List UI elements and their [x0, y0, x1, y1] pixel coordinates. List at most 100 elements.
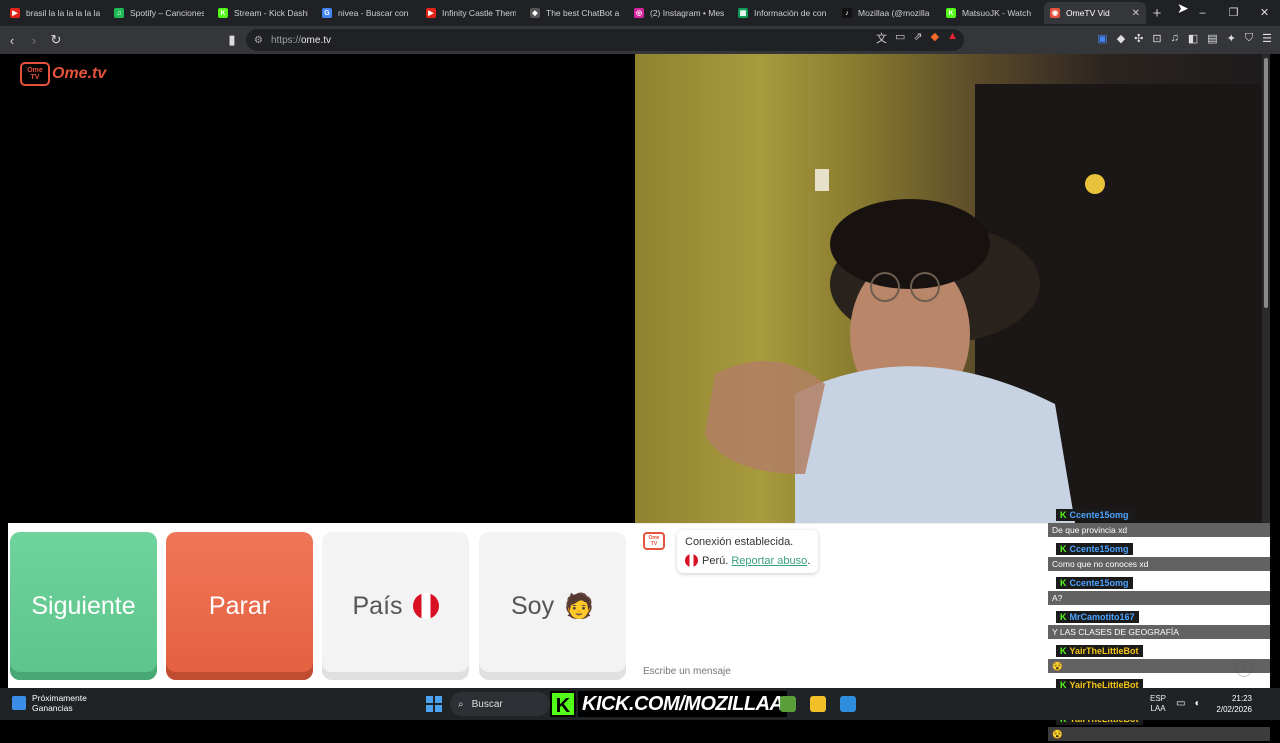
- browser-tab[interactable]: ♪ Mozillaa (@mozilla: [836, 2, 938, 24]
- cast-icon[interactable]: ▭: [895, 30, 905, 46]
- browser-tab[interactable]: ♫ Spotify – Canciones: [108, 2, 210, 24]
- close-tab-icon[interactable]: ✕: [1132, 8, 1140, 19]
- gender-button[interactable]: Soy 🧑: [479, 532, 626, 680]
- message-input[interactable]: [643, 663, 1033, 679]
- overlay-chat-message: K Ccente15omg De que provincia xd: [1048, 505, 1280, 537]
- start-button[interactable]: [426, 696, 442, 712]
- browser-tab[interactable]: ◎ (2) Instagram • Mes: [628, 2, 730, 24]
- peru-flag-icon: [412, 593, 439, 619]
- diamond-extension-icon[interactable]: ◆: [1117, 32, 1125, 45]
- kick-logo-icon: K: [550, 691, 576, 717]
- leo-ai-icon[interactable]: ✦: [1227, 32, 1236, 45]
- translate-icon[interactable]: 文: [876, 30, 887, 46]
- clock[interactable]: 21:23 2/02/2026: [1210, 693, 1252, 715]
- brave-rewards-icon[interactable]: ▲: [947, 30, 958, 46]
- puzzle-icon[interactable]: ✣: [1134, 32, 1143, 45]
- tab-favicon-icon: ◉: [1050, 8, 1060, 18]
- overlay-chat-message: KYairTheLittleBot 😵: [1048, 641, 1280, 673]
- browser-tab[interactable]: ◆ The best ChatBot a: [524, 2, 626, 24]
- sidebar-icon[interactable]: ◧: [1188, 32, 1198, 45]
- menu-icon[interactable]: ☰: [1262, 32, 1272, 45]
- lang-line2: LAA: [1150, 704, 1166, 713]
- gender-label: Soy: [511, 591, 555, 620]
- bookmark-icon[interactable]: ▮: [222, 32, 242, 48]
- tab-title: OmeTV Vid: [1066, 8, 1110, 18]
- tab-favicon-icon: ▦: [738, 8, 748, 18]
- forward-button[interactable]: ›: [24, 33, 44, 48]
- browser-tab[interactable]: ▶ Infinity Castle Them: [420, 2, 522, 24]
- language-indicator[interactable]: ESP LAA: [1150, 694, 1166, 714]
- share-icon[interactable]: ⇗: [913, 30, 922, 46]
- overlay-chat-user: KYairTheLittleBot: [1056, 645, 1143, 657]
- tab-title: brasil la la la la la la: [26, 8, 100, 18]
- clock-date: 2/02/2026: [1216, 705, 1252, 714]
- site-info-icon[interactable]: ⚙: [254, 35, 263, 46]
- tab-strip: ▶ brasil la la la la la la ♫ Spotify – Canc…: [0, 0, 1280, 26]
- report-abuse-link[interactable]: Reportar abuso: [731, 555, 807, 567]
- close-window-button[interactable]: ✕: [1249, 0, 1280, 26]
- wallet-icon[interactable]: ▤: [1207, 32, 1217, 45]
- maximize-button[interactable]: ❐: [1218, 0, 1249, 26]
- system-message: Conexión establecida. Perú. Reportar abu…: [677, 530, 819, 573]
- taskbar-search[interactable]: ⌕ Buscar: [450, 692, 550, 716]
- overlay-chat-user: K Ccente15omg: [1056, 543, 1133, 555]
- tab-favicon-icon: ♫: [114, 8, 124, 18]
- tab-title: Spotify – Canciones: [130, 8, 204, 18]
- mouse-cursor-icon: ➤: [1177, 0, 1189, 16]
- overlay-message-text: De que provincia xd: [1048, 523, 1270, 537]
- minimize-button[interactable]: –: [1187, 0, 1218, 26]
- file-explorer-icon[interactable]: [810, 696, 826, 712]
- pinned-apps: [780, 696, 856, 712]
- overlay-message-text: Y LAS CLASES DE GEOGRAFÍA: [1048, 625, 1270, 639]
- overlay-chat-user: K MrCamotito167: [1056, 611, 1139, 623]
- browser-tab[interactable]: ◉ OmeTV Vid ✕: [1044, 2, 1146, 24]
- kick-channel-text: KICK.COM/MOZILLAA: [578, 691, 788, 717]
- network-icon: ▭: [1176, 698, 1186, 709]
- url-host: ome.tv: [300, 34, 331, 46]
- back-button[interactable]: ‹: [2, 33, 22, 48]
- overlay-chat-message: K Ccente15omg Como que no conoces xd: [1048, 539, 1280, 571]
- music-icon[interactable]: ♫: [1171, 32, 1179, 45]
- browser-tab[interactable]: ▶ brasil la la la la la la: [4, 2, 106, 24]
- minecraft-app-icon[interactable]: [780, 696, 796, 712]
- stranger-video-frame: [705, 84, 1262, 523]
- scrollbar-thumb[interactable]: [1264, 58, 1268, 308]
- taskbar-search-label: Buscar: [471, 698, 503, 710]
- address-bar[interactable]: ⚙ https:// ome.tv: [246, 29, 964, 51]
- country-button[interactable]: País: [322, 532, 469, 680]
- widget-line1: Próximamente: [32, 693, 87, 703]
- kick-badge-icon: K: [1060, 578, 1067, 588]
- brave-shield-icon[interactable]: ◆: [931, 30, 939, 46]
- photos-app-icon[interactable]: [840, 696, 856, 712]
- kick-stream-banner: K KICK.COM/MOZILLAA: [550, 688, 788, 720]
- screenshot-icon[interactable]: ⊡: [1152, 32, 1161, 45]
- vpn-icon[interactable]: ⛉: [1245, 32, 1253, 45]
- browser-tab[interactable]: ▦ Información de con: [732, 2, 834, 24]
- ometv-chat-logo-icon: Ome TV: [643, 532, 665, 550]
- ometv-logo[interactable]: Ome TV Ome.tv: [20, 62, 106, 86]
- stranger-video: [635, 54, 1262, 523]
- url-protocol: https://: [270, 34, 301, 46]
- tab-title: (2) Instagram • Mes: [650, 8, 724, 18]
- widget-line2: Ganancias: [32, 703, 73, 713]
- new-tab-button[interactable]: +: [1148, 5, 1166, 22]
- kick-badge-icon: K: [1060, 510, 1067, 520]
- hair-shape: [830, 199, 990, 289]
- widgets-button[interactable]: Próximamente Ganancias: [12, 693, 87, 713]
- system-tray[interactable]: ▭ ◖: [1176, 698, 1200, 709]
- browser-tab[interactable]: K Stream - Kick Dashb: [212, 2, 314, 24]
- tab-favicon-icon: K: [218, 8, 228, 18]
- stop-button[interactable]: Parar: [166, 532, 313, 680]
- reload-button[interactable]: ↻: [46, 32, 66, 48]
- translate-extension-icon[interactable]: ▣: [1097, 32, 1107, 45]
- browser-tab[interactable]: K MatsuoJK - Watch: [940, 2, 1042, 24]
- stop-label: Parar: [208, 591, 271, 620]
- browser-tab[interactable]: Gnivea - Buscar con: [316, 2, 418, 24]
- volume-icon: ◖: [1193, 698, 1200, 709]
- clock-time: 21:23: [1231, 694, 1252, 703]
- next-button[interactable]: Siguiente: [10, 532, 157, 680]
- country-label: País: [352, 591, 403, 620]
- overlay-chat-user: K Ccente15omg: [1056, 509, 1133, 521]
- sunflower-decoration: [1085, 174, 1105, 194]
- overlay-chat-message: K Ccente15omg A?: [1048, 573, 1280, 605]
